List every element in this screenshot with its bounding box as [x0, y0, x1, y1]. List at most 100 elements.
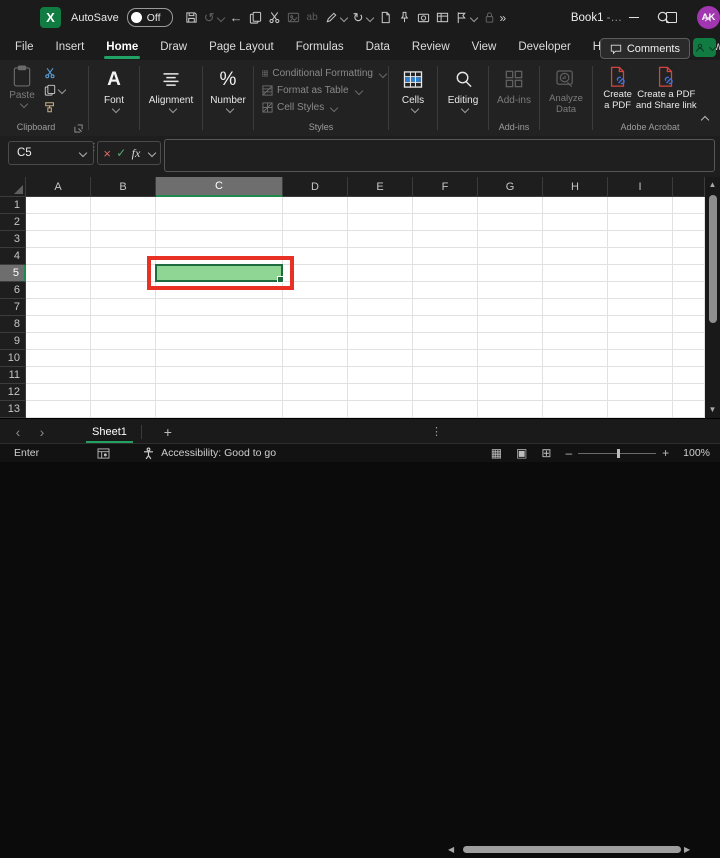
- camera-icon[interactable]: [417, 6, 430, 30]
- row-header-7[interactable]: 7: [0, 299, 26, 316]
- cell-styles-button[interactable]: Cell Styles: [262, 99, 386, 116]
- pin-icon[interactable]: [398, 6, 411, 30]
- row-header-6[interactable]: 6: [0, 282, 26, 299]
- redo-icon[interactable]: ↻: [353, 6, 374, 30]
- select-all-button[interactable]: [0, 177, 26, 197]
- add-sheet-button[interactable]: +: [158, 424, 178, 440]
- column-header-B[interactable]: B: [91, 177, 156, 197]
- column-header-A[interactable]: A: [26, 177, 91, 197]
- name-box[interactable]: C5: [8, 141, 94, 165]
- ribbon-tab-insert[interactable]: Insert: [45, 35, 96, 60]
- page-layout-view-button[interactable]: ▣: [516, 446, 527, 460]
- row-header-12[interactable]: 12: [0, 384, 26, 401]
- cut-button[interactable]: [44, 66, 65, 80]
- enter-button[interactable]: ✓: [116, 146, 126, 160]
- close-button[interactable]: ×: [692, 0, 720, 35]
- toolbar-overflow-icon[interactable]: »: [500, 11, 507, 25]
- horizontal-scrollbar[interactable]: ◀ ▶: [448, 843, 712, 856]
- row-header-3[interactable]: 3: [0, 231, 26, 248]
- scroll-right-icon[interactable]: ▶: [684, 842, 696, 858]
- new-file-icon[interactable]: [379, 6, 392, 30]
- ribbon-tab-page-layout[interactable]: Page Layout: [198, 35, 285, 60]
- conditional-formatting-button[interactable]: Conditional Formatting: [262, 65, 388, 82]
- cut-icon[interactable]: [268, 6, 281, 30]
- undo-icon[interactable]: ↺: [204, 6, 225, 30]
- zoom-track[interactable]: [578, 448, 657, 458]
- zoom-percent[interactable]: 100%: [683, 447, 710, 459]
- flag-icon[interactable]: [455, 6, 478, 30]
- share-button[interactable]: [693, 38, 716, 57]
- row-header-4[interactable]: 4: [0, 248, 26, 265]
- row-header-2[interactable]: 2: [0, 214, 26, 231]
- ink-icon[interactable]: [325, 6, 348, 30]
- column-header-E[interactable]: E: [348, 177, 413, 197]
- row-header-5[interactable]: 5: [0, 265, 26, 282]
- clipboard-dialog-launcher-icon[interactable]: [74, 124, 83, 133]
- cells-group-button[interactable]: Cells: [391, 60, 435, 136]
- column-header-D[interactable]: D: [283, 177, 348, 197]
- back-icon[interactable]: ←: [230, 6, 243, 30]
- next-sheet-button[interactable]: ›: [30, 424, 54, 440]
- prev-sheet-button[interactable]: ‹: [6, 424, 30, 440]
- horizontal-scroll-thumb[interactable]: [463, 846, 681, 853]
- scroll-left-icon[interactable]: ◀: [448, 842, 460, 858]
- ribbon-tab-data[interactable]: Data: [355, 35, 401, 60]
- font-group-button[interactable]: A Font: [91, 60, 137, 136]
- zoom-out-button[interactable]: –: [565, 446, 572, 460]
- number-group-button[interactable]: % Number: [205, 60, 251, 136]
- zoom-in-button[interactable]: +: [662, 446, 669, 460]
- formula-input[interactable]: [164, 139, 715, 172]
- collapse-ribbon-button[interactable]: [699, 110, 710, 128]
- row-header-10[interactable]: 10: [0, 350, 26, 367]
- replace-text-icon[interactable]: ab: [306, 6, 319, 30]
- picture-icon[interactable]: [287, 6, 300, 30]
- column-header-C[interactable]: C: [156, 177, 283, 197]
- accessibility-status[interactable]: Accessibility: Good to go: [142, 446, 276, 460]
- copy-button[interactable]: [44, 83, 67, 97]
- row-header-9[interactable]: 9: [0, 333, 26, 350]
- macro-record-icon[interactable]: [97, 447, 110, 459]
- zoom-slider[interactable]: – +: [565, 446, 669, 460]
- normal-view-button[interactable]: ▦: [491, 446, 502, 460]
- insert-function-button[interactable]: fx: [132, 146, 141, 161]
- ribbon-tab-formulas[interactable]: Formulas: [285, 35, 355, 60]
- scroll-up-icon[interactable]: ▲: [709, 177, 717, 193]
- copy-icon[interactable]: [249, 6, 262, 30]
- analyze-data-button[interactable]: Analyze Data: [542, 60, 590, 136]
- ribbon-tab-view[interactable]: View: [461, 35, 508, 60]
- editing-group-button[interactable]: Editing: [440, 60, 486, 136]
- vertical-scroll-thumb[interactable]: [708, 195, 717, 323]
- cancel-button[interactable]: ×: [103, 146, 111, 161]
- more-options-icon[interactable]: ⋮: [431, 425, 442, 438]
- row-header-11[interactable]: 11: [0, 367, 26, 384]
- column-header-F[interactable]: F: [413, 177, 478, 197]
- column-header-partial[interactable]: [673, 177, 705, 197]
- ribbon-tab-file[interactable]: File: [4, 35, 45, 60]
- row-header-13[interactable]: 13: [0, 401, 26, 418]
- column-header-G[interactable]: G: [478, 177, 543, 197]
- row-header-8[interactable]: 8: [0, 316, 26, 333]
- ribbon-tab-home[interactable]: Home: [95, 35, 149, 60]
- ribbon-tab-review[interactable]: Review: [401, 35, 461, 60]
- add-ins-button[interactable]: Add-ins Add-ins: [491, 60, 537, 136]
- row-header-1[interactable]: 1: [0, 197, 26, 214]
- vertical-scrollbar[interactable]: ▲ ▼: [705, 177, 720, 418]
- maximize-button[interactable]: [655, 0, 687, 35]
- scroll-down-icon[interactable]: ▼: [709, 402, 717, 418]
- alignment-group-button[interactable]: Alignment: [142, 60, 200, 136]
- ribbon-tab-draw[interactable]: Draw: [149, 35, 198, 60]
- format-as-table-button[interactable]: Format as Table: [262, 82, 386, 99]
- comments-button[interactable]: Comments: [599, 38, 690, 59]
- page-break-view-button[interactable]: ⊞: [541, 446, 551, 460]
- save-icon[interactable]: [185, 6, 198, 30]
- lock-icon[interactable]: [483, 6, 496, 30]
- autosave-toggle[interactable]: Off: [126, 8, 173, 27]
- minimize-button[interactable]: [618, 0, 650, 35]
- sheet-tab-sheet1[interactable]: Sheet1: [80, 420, 139, 444]
- format-painter-button[interactable]: [44, 100, 65, 114]
- ribbon-tab-developer[interactable]: Developer: [507, 35, 581, 60]
- zoom-thumb[interactable]: [617, 448, 621, 458]
- table-icon[interactable]: [436, 6, 449, 30]
- column-header-H[interactable]: H: [543, 177, 608, 197]
- column-header-I[interactable]: I: [608, 177, 673, 197]
